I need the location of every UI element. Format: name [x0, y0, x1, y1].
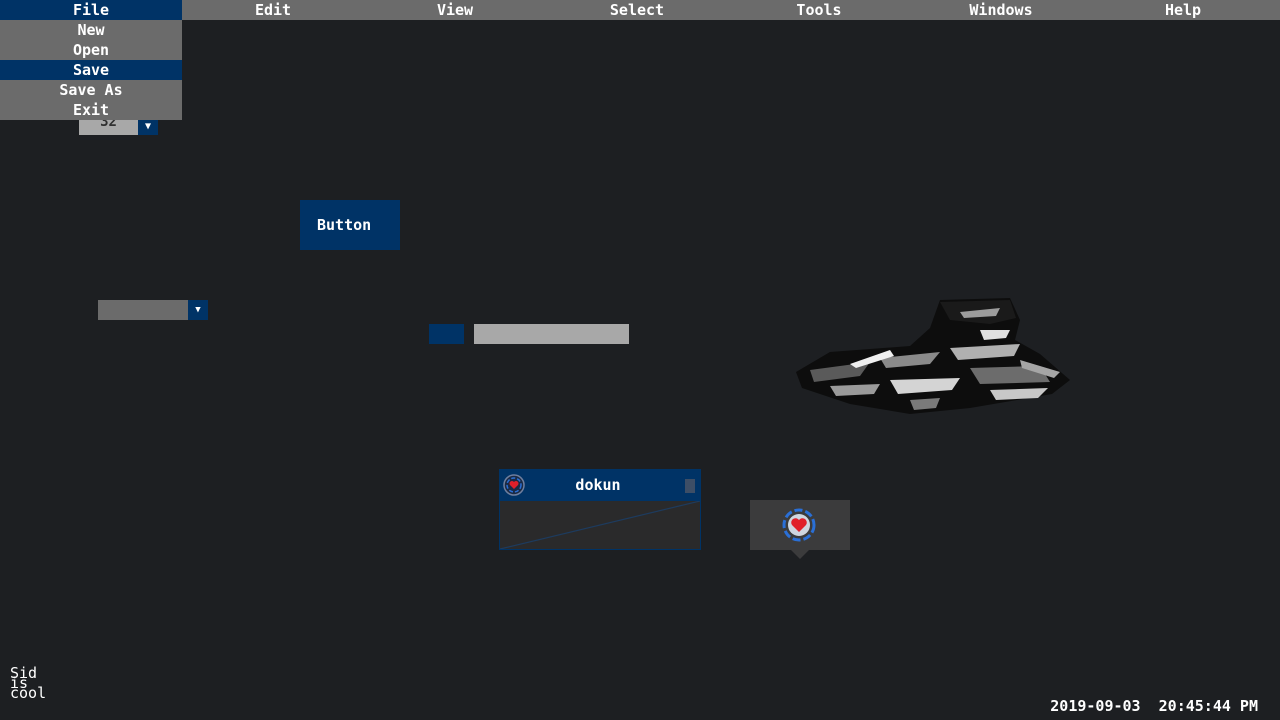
tooltip-arrow — [791, 550, 809, 559]
datetime-display: 2019-09-03 20:45:44 PM — [1050, 697, 1258, 715]
dokun-window: dokun — [499, 469, 701, 550]
menu-select[interactable]: Select — [546, 0, 728, 20]
corner-label-line: cool — [10, 684, 47, 702]
menu-bar: File Edit View Select Tools Windows Help — [0, 0, 1280, 20]
main-button[interactable]: Button — [300, 200, 400, 250]
combo-box[interactable]: ▼ — [98, 300, 208, 320]
file-menu-open[interactable]: Open — [0, 40, 182, 60]
menu-edit[interactable]: Edit — [182, 0, 364, 20]
heart-target-icon — [782, 508, 816, 542]
file-menu-save[interactable]: Save — [0, 60, 182, 80]
combo-field[interactable] — [98, 300, 188, 320]
spaceship-model — [796, 298, 1070, 414]
slider-handle[interactable] — [429, 324, 464, 344]
menu-view[interactable]: View — [364, 0, 546, 20]
app-root: File Edit View Select Tools Windows Help… — [0, 0, 1280, 720]
menu-windows[interactable]: Windows — [910, 0, 1092, 20]
corner-label: Sid is cool — [10, 666, 70, 702]
window-titlebar[interactable]: dokun — [500, 470, 700, 501]
close-icon[interactable] — [685, 479, 695, 493]
menu-help[interactable]: Help — [1092, 0, 1274, 20]
slider-track[interactable] — [474, 324, 629, 344]
file-menu-new[interactable]: New — [0, 20, 182, 40]
chevron-down-icon[interactable]: ▼ — [188, 300, 208, 320]
window-body — [500, 501, 700, 549]
time-text: 20:45:44 PM — [1158, 697, 1258, 715]
file-menu-exit[interactable]: Exit — [0, 100, 182, 120]
triangle-down-icon[interactable]: ▼ — [138, 119, 158, 135]
window-title: dokun — [575, 476, 621, 494]
menu-tools[interactable]: Tools — [728, 0, 910, 20]
date-text: 2019-09-03 — [1050, 697, 1141, 715]
menu-file[interactable]: File — [0, 0, 182, 20]
file-menu-save-as[interactable]: Save As — [0, 80, 182, 100]
tooltip-bubble — [750, 500, 850, 550]
file-menu-dropdown: New Open Save Save As Exit — [0, 20, 182, 120]
